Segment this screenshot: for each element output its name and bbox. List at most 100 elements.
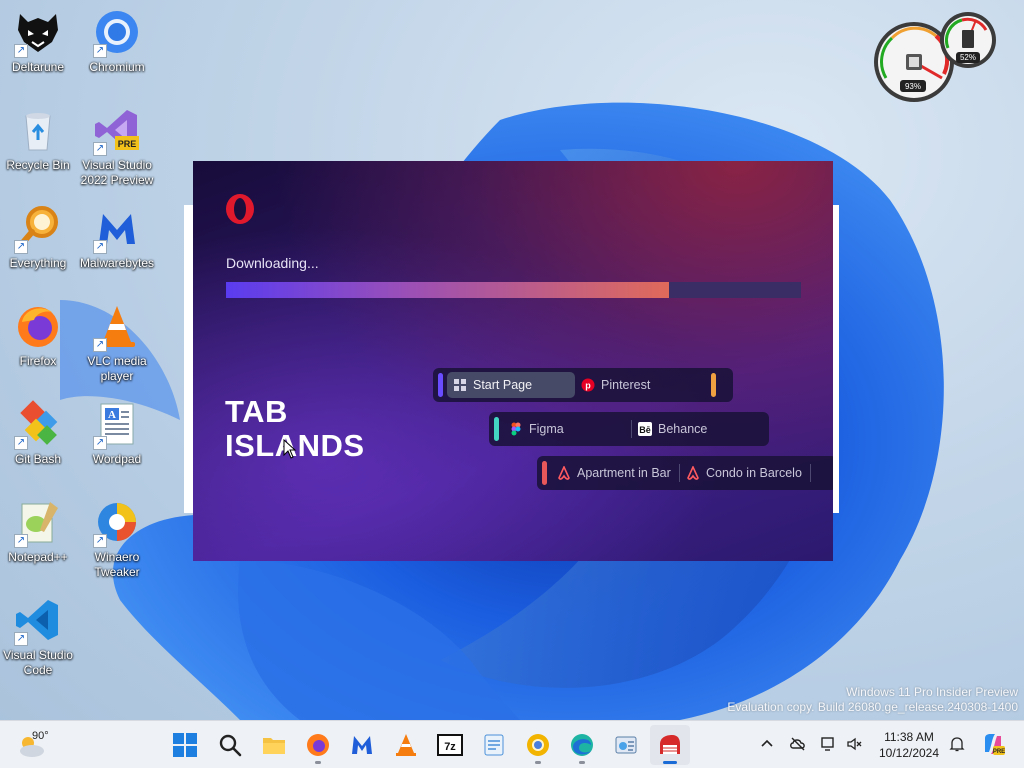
shortcut-arrow-icon: ↗ — [14, 436, 28, 450]
desktop-icon-label: Git Bash — [14, 452, 62, 466]
desktop-icon-label: Visual Studio Code — [3, 648, 73, 677]
notifications-button[interactable] — [946, 733, 968, 755]
desktop-icon-label: Wordpad — [92, 452, 142, 466]
wordpad-icon: A ↗ — [91, 398, 143, 450]
grid-icon — [454, 379, 466, 391]
everything-search-icon: ↗ — [12, 202, 64, 254]
file-explorer-icon — [263, 738, 285, 754]
tab-label: Pinterest — [601, 378, 651, 392]
desktop-icon-label: Firefox — [19, 354, 57, 368]
volume-muted-icon — [847, 737, 862, 751]
desktop-icon-everything[interactable]: ↗ Everything — [0, 202, 78, 288]
network-tray-button[interactable] — [818, 733, 840, 755]
desktop-icon-visual-studio-2022-preview[interactable]: PRE ↗ Visual Studio 2022 Preview — [77, 104, 157, 190]
chromium-canary-taskbar-button[interactable] — [518, 725, 558, 765]
shortcut-arrow-icon: ↗ — [93, 142, 107, 156]
shortcut-arrow-icon: ↗ — [93, 44, 107, 58]
desktop-icon-chromium[interactable]: ↗ Chromium — [77, 6, 157, 92]
shortcut-arrow-icon: ↗ — [14, 240, 28, 254]
airbnb-icon — [687, 466, 699, 480]
tab-figma: Figma — [503, 416, 631, 442]
start-button[interactable] — [165, 725, 205, 765]
vlc-icon — [396, 734, 416, 756]
opera-installer-taskbar-button[interactable] — [650, 725, 690, 765]
show-hidden-icons-button[interactable] — [756, 733, 778, 755]
desktop-icon-label: Malwarebytes — [79, 256, 155, 270]
shortcut-arrow-icon: ↗ — [93, 534, 107, 548]
malwarebytes-icon: ↗ — [91, 202, 143, 254]
malwarebytes-taskbar-button[interactable] — [342, 725, 382, 765]
weather-temperature: 90° — [32, 730, 49, 742]
edge-taskbar-button[interactable] — [562, 725, 602, 765]
firefox-icon — [12, 300, 64, 352]
desktop-icon-git-bash[interactable]: ↗ Git Bash — [0, 398, 78, 484]
tab-separator — [810, 464, 811, 482]
chromium-canary-icon — [527, 734, 549, 756]
watermark-line: Evaluation copy. Build 26080.ge_release.… — [727, 700, 1018, 714]
shortcut-arrow-icon: ↗ — [14, 534, 28, 548]
tab-label: Condo in Barcelo — [706, 466, 802, 480]
copilot-button[interactable]: PRE — [980, 731, 1006, 757]
svg-text:PRE: PRE — [993, 749, 1005, 755]
island-color-bar — [542, 461, 547, 485]
7zip-taskbar-button[interactable]: 7z — [430, 725, 470, 765]
notepad-plus-plus-icon: ↗ — [12, 496, 64, 548]
cloud-offline-icon — [790, 737, 805, 751]
desktop-icon-recycle-bin[interactable]: Recycle Bin — [0, 104, 78, 190]
tab-behance: Bē Behance — [632, 416, 762, 442]
shortcut-arrow-icon: ↗ — [93, 436, 107, 450]
deltarune-icon: ↗ — [12, 6, 64, 58]
desktop-icon-firefox[interactable]: Firefox — [0, 300, 78, 386]
desktop-icon-winaero-tweaker[interactable]: ↗ Winaero Tweaker — [77, 496, 157, 582]
behance-icon: Bē — [638, 422, 652, 436]
malwarebytes-icon — [352, 736, 372, 754]
tab-label: Figma — [529, 422, 564, 436]
notepad-icon — [484, 734, 504, 756]
clock-time: 11:38 AM — [884, 730, 934, 744]
cpu-percent: 93% — [905, 82, 921, 91]
shortcut-arrow-icon: ↗ — [93, 338, 107, 352]
shortcut-arrow-icon: ↗ — [14, 44, 28, 58]
opera-installer-icon — [660, 735, 680, 754]
firefox-icon — [307, 734, 329, 756]
firefox-taskbar-button[interactable] — [298, 725, 338, 765]
pre-badge: PRE — [118, 139, 137, 149]
desktop-icon-vscode[interactable]: ↗ Visual Studio Code — [0, 594, 78, 680]
memory-percent: 52% — [960, 53, 976, 62]
tab-island-row: Apartment in Bar Condo in Barcelo — [537, 456, 833, 490]
chevron-up-icon — [761, 739, 773, 747]
download-progress-bar — [226, 282, 801, 298]
desktop-icon-notepad-plus-plus[interactable]: ↗ Notepad++ — [0, 496, 78, 582]
island-color-bar — [438, 373, 443, 397]
desktop-icon-wordpad[interactable]: A ↗ Wordpad — [77, 398, 157, 484]
cpu-meter-gadget[interactable]: 93% 52% — [872, 8, 1002, 104]
vlc-icon: ↗ — [91, 300, 143, 352]
network-icon — [821, 737, 834, 751]
desktop-icon-deltarune[interactable]: ↗ Deltarune — [0, 6, 78, 92]
mouse-cursor-icon — [283, 439, 297, 459]
visual-studio-icon: PRE ↗ — [91, 104, 143, 156]
shortcut-arrow-icon: ↗ — [93, 240, 107, 254]
weather-widget[interactable]: 90° — [16, 727, 66, 763]
notepad-taskbar-button[interactable] — [474, 725, 514, 765]
tab-label: Behance — [658, 422, 708, 436]
shortcut-arrow-icon: ↗ — [14, 632, 28, 646]
control-panel-taskbar-button[interactable] — [606, 725, 646, 765]
winaero-tweaker-icon: ↗ — [91, 496, 143, 548]
onedrive-tray-button[interactable] — [787, 733, 809, 755]
search-button[interactable] — [210, 725, 250, 765]
desktop-icon-label: VLC media player — [87, 354, 147, 383]
figma-icon — [511, 422, 521, 436]
tab-pinterest: p Pinterest — [575, 372, 705, 398]
7zip-icon: 7z — [437, 734, 463, 756]
desktop-icon-malwarebytes[interactable]: ↗ Malwarebytes — [77, 202, 157, 288]
desktop-icon-vlc[interactable]: ↗ VLC media player — [77, 300, 157, 386]
opera-installer-window[interactable]: Downloading... TAB ISLANDS Start Page p … — [193, 161, 833, 561]
vlc-taskbar-button[interactable] — [386, 725, 426, 765]
clock-date: 10/12/2024 — [878, 746, 940, 760]
taskbar-clock[interactable]: 11:38 AM 10/12/2024 — [874, 729, 944, 761]
desktop-icon-label: Everything — [9, 256, 67, 270]
file-explorer-button[interactable] — [254, 725, 294, 765]
volume-tray-button[interactable] — [844, 733, 866, 755]
pinterest-icon: p — [581, 378, 595, 392]
